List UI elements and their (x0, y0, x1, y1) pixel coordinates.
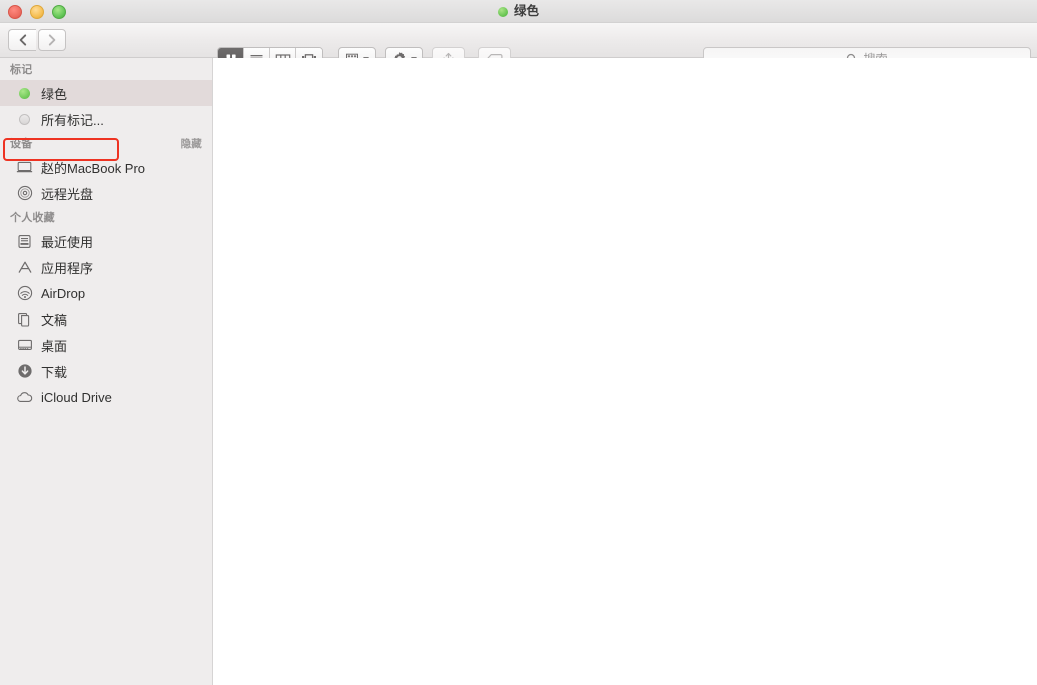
sidebar-item-documents[interactable]: 文稿 (0, 306, 212, 332)
chevron-left-icon (19, 34, 26, 46)
cloud-icon (16, 389, 33, 406)
desktop-icon (16, 337, 33, 354)
file-content-area[interactable] (214, 58, 1037, 685)
navigation-buttons (8, 29, 66, 51)
sidebar-item-label: 绿色 (41, 86, 68, 102)
sidebar-item-label: 所有标记... (41, 112, 104, 128)
downloads-icon (16, 363, 33, 380)
applications-icon (16, 259, 33, 276)
disc-icon (16, 185, 33, 202)
tag-dot-gray-icon (16, 111, 33, 128)
sidebar-item-label: 赵的MacBook Pro (41, 160, 146, 176)
tag-dot-green-icon (16, 85, 33, 102)
sidebar-section-header-tags: 标记 (0, 58, 212, 80)
sidebar-section-title: 个人收藏 (10, 212, 55, 224)
hide-devices-link[interactable]: 隐藏 (181, 136, 202, 151)
sidebar-item-airdrop[interactable]: AirDrop (0, 280, 212, 306)
sidebar-item-label: iCloud Drive (41, 389, 112, 405)
sidebar-item-label: 远程光盘 (41, 186, 94, 202)
sidebar-item-all-tags[interactable]: 所有标记... (0, 106, 212, 132)
toolbar: 搜索 (0, 23, 1037, 70)
sidebar-section-title: 标记 (10, 64, 33, 76)
recents-icon (16, 233, 33, 250)
window-title: 绿色 (0, 0, 1037, 23)
sidebar-item-label: 应用程序 (41, 260, 94, 276)
sidebar-item-applications[interactable]: 应用程序 (0, 254, 212, 280)
sidebar-item-downloads[interactable]: 下载 (0, 358, 212, 384)
sidebar-section-header-devices: 设备 隐藏 (0, 132, 212, 154)
sidebar-item-green-tag[interactable]: 绿色 (0, 80, 212, 106)
finder-window: 绿色 标记 绿色 所有标记... 设备 隐藏 赵的MacBook Pro 远程光… (0, 0, 1037, 685)
sidebar-section-header-favorites: 个人收藏 (0, 206, 212, 228)
sidebar-item-label: AirDrop (41, 285, 86, 301)
forward-button[interactable] (38, 29, 66, 51)
sidebar-item-label: 最近使用 (41, 234, 94, 250)
sidebar-item-label: 下载 (41, 364, 68, 380)
sidebar-item-label: 桌面 (41, 338, 68, 354)
sidebar-item-desktop[interactable]: 桌面 (0, 332, 212, 358)
sidebar-item-label: 文稿 (41, 312, 68, 328)
sidebar-section-title: 设备 (10, 138, 33, 150)
chevron-right-icon (48, 34, 56, 46)
back-button[interactable] (8, 29, 36, 51)
green-tag-dot-icon (497, 6, 508, 17)
airdrop-icon (16, 285, 33, 302)
title-bar: 绿色 (0, 0, 1037, 23)
documents-icon (16, 311, 33, 328)
window-title-text: 绿色 (513, 4, 539, 18)
sidebar-item-icloud-drive[interactable]: iCloud Drive (0, 384, 212, 410)
sidebar-item-macbook-pro[interactable]: 赵的MacBook Pro (0, 154, 212, 180)
laptop-icon (16, 159, 33, 176)
sidebar: 标记 绿色 所有标记... 设备 隐藏 赵的MacBook Pro 远程光盘 个… (0, 58, 213, 685)
sidebar-item-remote-disc[interactable]: 远程光盘 (0, 180, 212, 206)
sidebar-item-recents[interactable]: 最近使用 (0, 228, 212, 254)
